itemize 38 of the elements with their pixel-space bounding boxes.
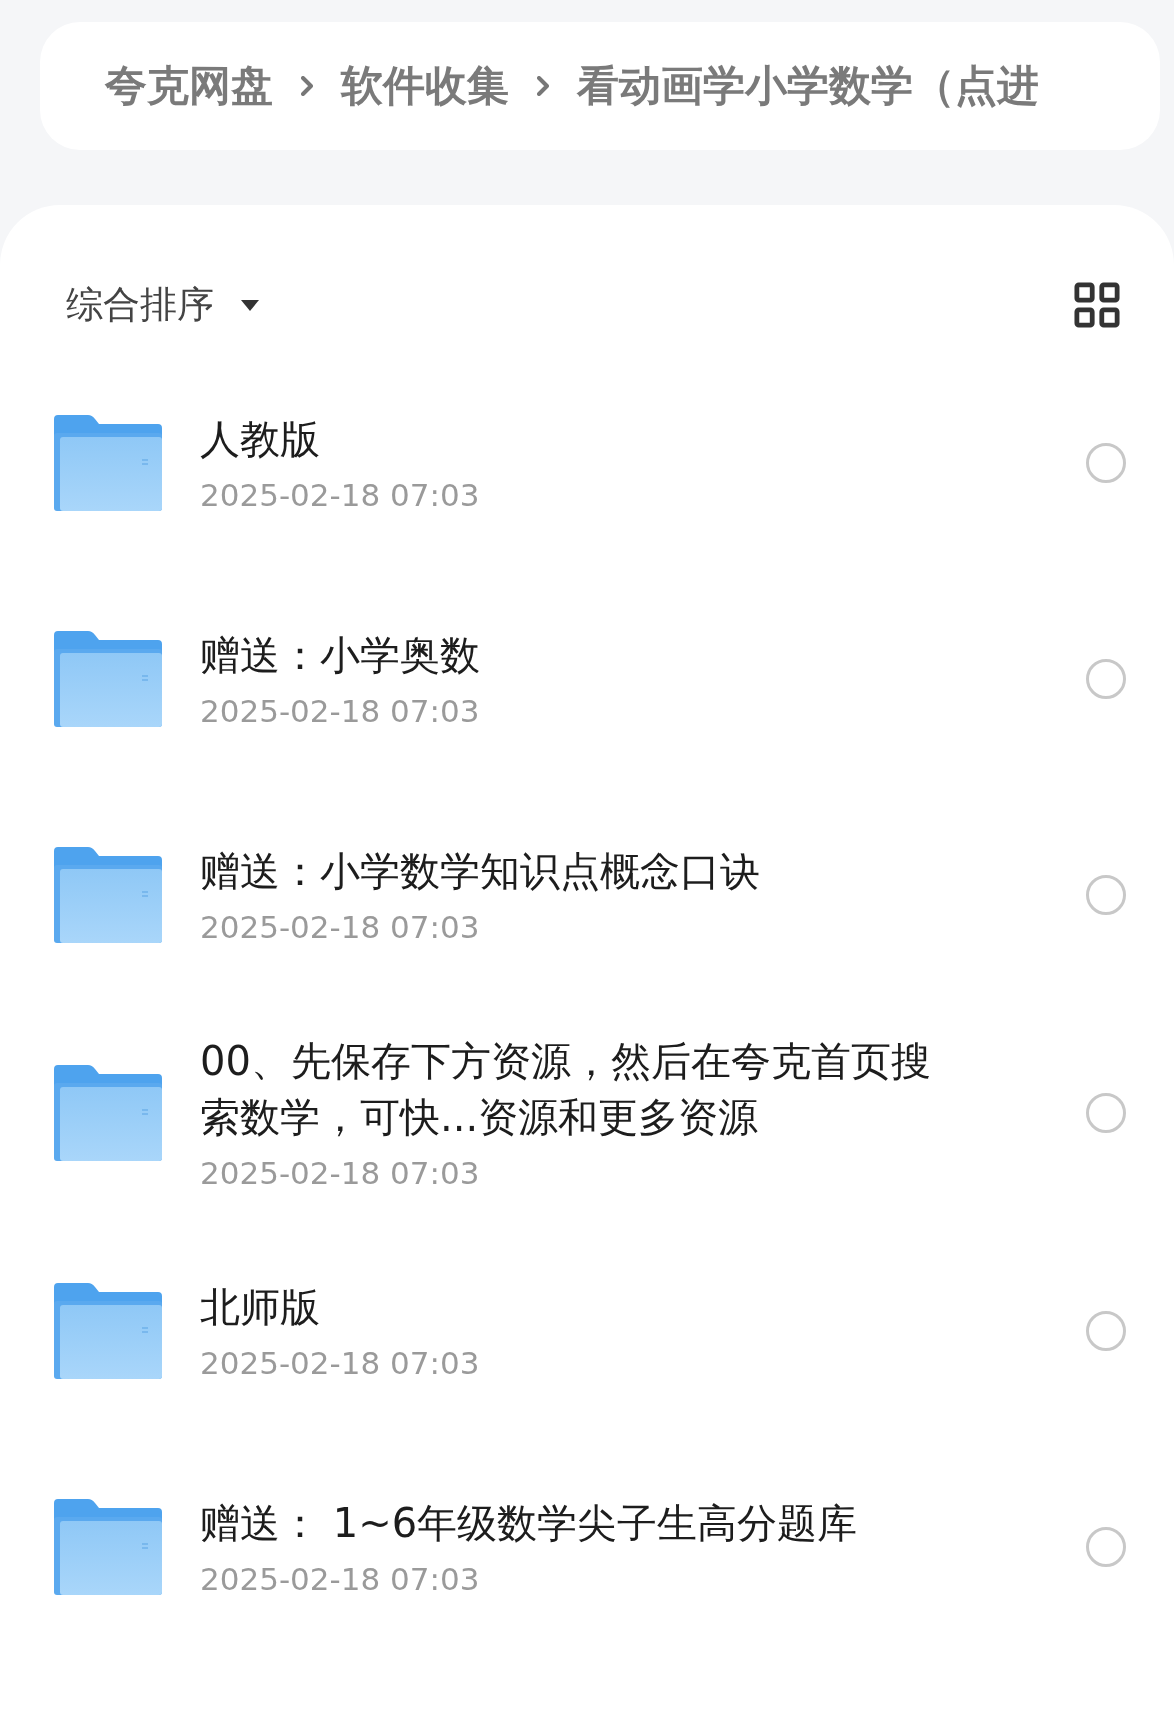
folder-icon: [54, 1283, 162, 1379]
folder-name: 北师版: [200, 1283, 321, 1332]
select-radio[interactable]: [1086, 875, 1126, 915]
folder-row[interactable]: 00、先保存下方资源，然后在夸克首页搜索数学，可快...资源和更多资源 2025-02-18 07:03: [0, 1003, 1174, 1223]
modified-date: 2025-02-18 07:03: [200, 1560, 481, 1599]
folder-name: 赠送：小学奥数: [200, 631, 481, 680]
folder-name: 赠送： 1~6年级数学尖子生高分题库: [200, 1499, 859, 1548]
select-radio[interactable]: [1086, 443, 1126, 483]
folder-row[interactable]: 人教版 2025-02-18 07:03: [0, 355, 1174, 571]
chevron-icon: [301, 76, 313, 96]
sort-dropdown[interactable]: 综合排序: [66, 280, 260, 330]
select-radio[interactable]: [1086, 1527, 1126, 1567]
select-radio[interactable]: [1086, 1311, 1126, 1351]
folder-row[interactable]: 赠送：小学奥数 2025-02-18 07:03: [0, 571, 1174, 787]
grid-view-icon[interactable]: [1074, 282, 1120, 328]
folder-icon: [54, 631, 162, 727]
folder-icon: [54, 847, 162, 943]
breadcrumb-link[interactable]: 软件收集: [341, 58, 509, 114]
folder-name: 赠送：小学数学知识点概念口诀: [200, 847, 761, 896]
select-radio[interactable]: [1086, 1093, 1126, 1133]
modified-date: 2025-02-18 07:03: [200, 1344, 481, 1383]
folder-row[interactable]: 赠送： 1~6年级数学尖子生高分题库 2025-02-18 07:03: [0, 1439, 1174, 1655]
modified-date: 2025-02-18 07:03: [200, 908, 481, 947]
folder-row[interactable]: 北师版 2025-02-18 07:03: [0, 1223, 1174, 1439]
select-radio[interactable]: [1086, 659, 1126, 699]
folder-icon: [54, 1499, 162, 1595]
caret-icon: [240, 298, 260, 312]
chevron-icon: [537, 76, 549, 96]
modified-date: 2025-02-18 07:03: [200, 476, 481, 515]
folder-icon: [54, 1065, 162, 1161]
breadcrumb-link[interactable]: 看动画学小学数学（点进: [577, 58, 1039, 114]
folder-row[interactable]: 赠送：小学数学知识点概念口诀 2025-02-18 07:03: [0, 787, 1174, 1003]
breadcrumb-link[interactable]: 夸克网盘: [105, 58, 273, 114]
folder-icon: [54, 415, 162, 511]
folder-name: 人教版: [200, 415, 321, 464]
modified-date: 2025-02-18 07:03: [200, 1154, 481, 1193]
modified-date: 2025-02-18 07:03: [200, 692, 481, 731]
folder-name: 00、先保存下方资源，然后在夸克首页搜索数学，可快...资源和更多资源: [200, 1037, 932, 1142]
